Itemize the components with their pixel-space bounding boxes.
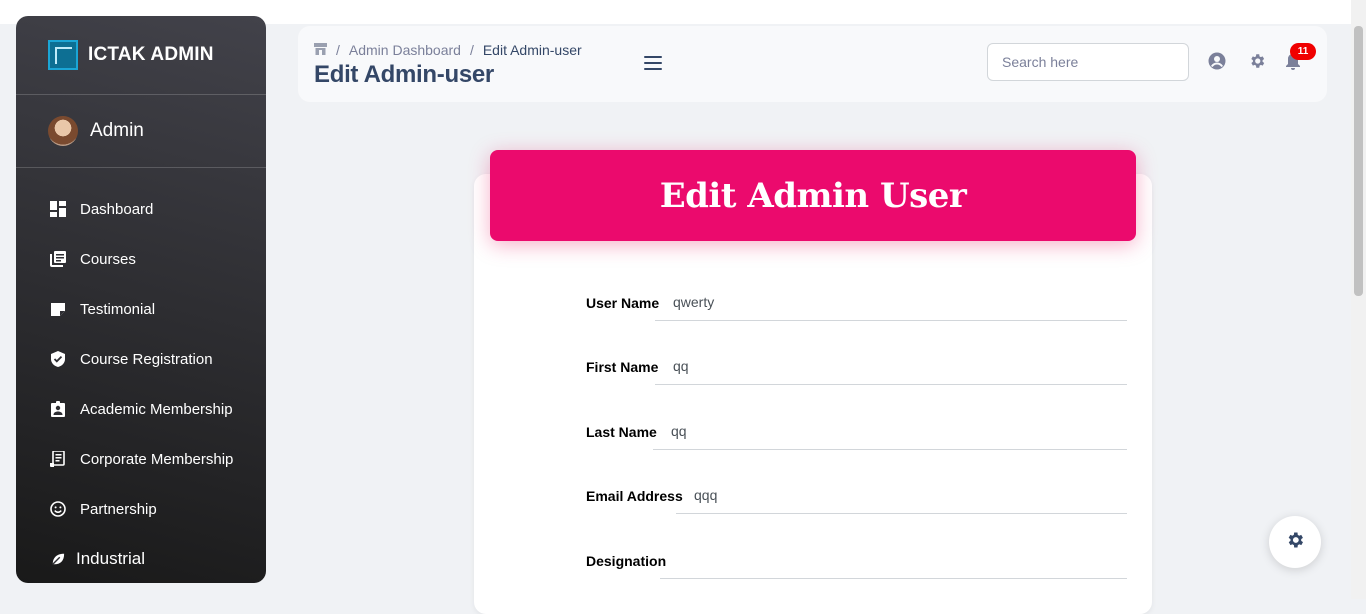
sidebar-item-academic-membership[interactable]: Academic Membership <box>16 384 266 434</box>
sidebar-item-testimonial[interactable]: Testimonial <box>16 284 266 334</box>
menu-toggle-icon[interactable] <box>644 56 662 70</box>
email-address-label: Email Address <box>586 488 683 504</box>
sidebar-item-label: Dashboard <box>80 200 154 218</box>
library-books-icon <box>50 251 66 267</box>
ictak-logo-icon <box>48 40 78 70</box>
search-input[interactable] <box>987 43 1189 81</box>
dashboard-icon <box>50 201 66 217</box>
breadcrumb-separator: / <box>336 42 340 58</box>
email-address-field[interactable] <box>676 476 1127 514</box>
form-row-last-name: Last Name <box>586 412 1127 452</box>
brand[interactable]: ICTAK ADMIN <box>16 16 266 94</box>
breadcrumb-current: Edit Admin-user <box>482 42 582 58</box>
sidebar-item-label: Courses <box>80 250 136 268</box>
sidebar-item-label: Partnership <box>80 500 157 518</box>
breadcrumb: / Admin Dashboard / Edit Admin-user <box>314 42 582 58</box>
sidebar-item-industrial[interactable]: Industrial <box>16 534 266 583</box>
leaf-icon <box>50 551 66 567</box>
sidebar-item-courses[interactable]: Courses <box>16 234 266 284</box>
receipt-icon <box>50 451 66 467</box>
sidebar-item-corporate-membership[interactable]: Corporate Membership <box>16 434 266 484</box>
sidebar-user-name: Admin <box>90 120 144 141</box>
home-icon[interactable] <box>314 42 327 58</box>
smiley-icon <box>50 501 66 517</box>
notification-badge: 11 <box>1290 43 1316 60</box>
last-name-field[interactable] <box>653 412 1127 450</box>
avatar <box>48 116 78 146</box>
account-circle-icon[interactable] <box>1208 52 1226 70</box>
page-scrollbar[interactable] <box>1351 0 1366 599</box>
sidebar-item-partnership[interactable]: Partnership <box>16 484 266 534</box>
first-name-label: First Name <box>586 359 659 375</box>
card-header: Edit Admin User <box>490 150 1136 241</box>
gear-icon <box>1285 530 1305 555</box>
form-row-first-name: First Name <box>586 347 1127 387</box>
assignment-ind-icon <box>50 401 66 417</box>
form-row-user-name: User Name <box>586 283 1127 323</box>
last-name-label: Last Name <box>586 424 657 440</box>
brand-title: ICTAK ADMIN <box>88 44 214 65</box>
form-row-designation: Designation <box>586 541 1127 581</box>
scrollbar-thumb[interactable] <box>1354 26 1363 296</box>
designation-label: Designation <box>586 553 667 569</box>
form-row-email: Email Address <box>586 476 1127 516</box>
sidebar-item-label: Course Registration <box>80 350 213 368</box>
breadcrumb-separator: / <box>469 42 474 58</box>
sidebar-user[interactable]: Admin <box>16 95 266 167</box>
gear-icon[interactable] <box>1248 52 1266 70</box>
designation-field[interactable] <box>660 541 1127 579</box>
configurator-button[interactable] <box>1269 516 1321 568</box>
sidebar-item-dashboard[interactable]: Dashboard <box>16 184 266 234</box>
sidebar-item-course-registration[interactable]: Course Registration <box>16 334 266 384</box>
sidebar-item-label: Industrial <box>76 549 145 568</box>
user-name-field[interactable] <box>655 283 1127 321</box>
sidebar-nav: Dashboard Courses Testimonial Course Reg… <box>16 168 266 583</box>
page-title: Edit Admin-user <box>314 61 494 88</box>
sidebar-item-label: Testimonial <box>80 300 156 318</box>
form-title: Edit Admin User <box>659 175 967 216</box>
verified-shield-icon <box>50 351 66 367</box>
sidebar-item-label: Corporate Membership <box>80 450 234 468</box>
sticky-note-icon <box>50 301 66 317</box>
breadcrumb-admin-dashboard[interactable]: Admin Dashboard <box>349 42 461 58</box>
first-name-field[interactable] <box>655 347 1127 385</box>
top-navbar: / Admin Dashboard / Edit Admin-user Edit… <box>298 26 1327 102</box>
sidebar: ICTAK ADMIN Admin Dashboard Courses Test… <box>16 16 266 583</box>
sidebar-item-label: Academic Membership <box>80 400 233 418</box>
user-name-label: User Name <box>586 295 660 311</box>
